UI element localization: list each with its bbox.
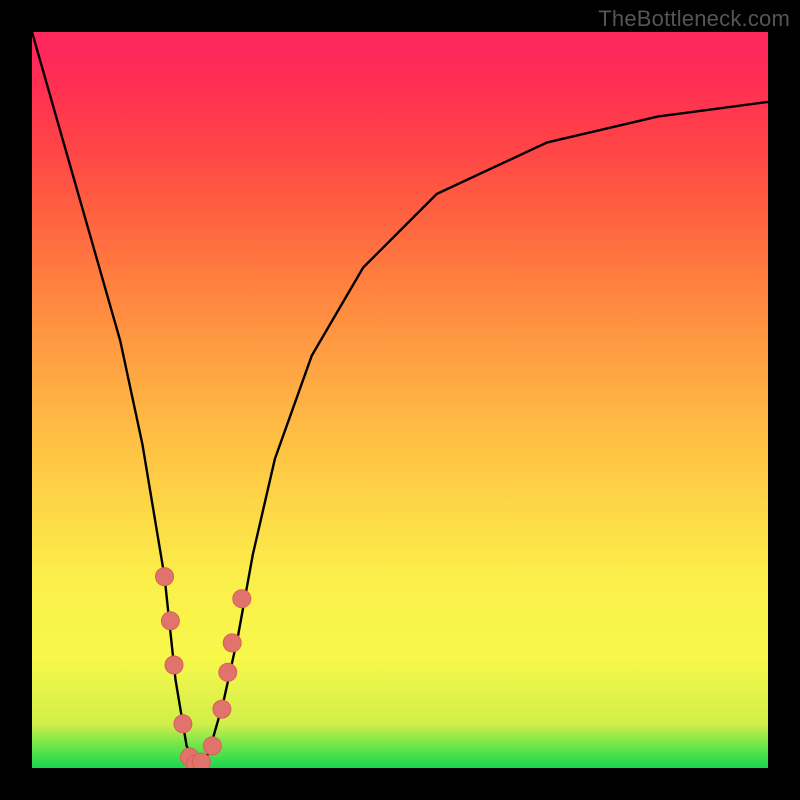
data-marker [156,568,174,586]
chart-container: TheBottleneck.com [0,0,800,800]
data-marker [174,715,192,733]
data-marker [161,612,179,630]
plot-area [32,32,768,768]
marker-group [156,568,251,768]
bottleneck-curve [32,32,768,768]
data-marker [165,656,183,674]
data-marker [213,700,231,718]
data-marker [219,663,237,681]
data-marker [203,737,221,755]
data-marker [223,634,241,652]
data-marker [192,753,210,768]
watermark-text: TheBottleneck.com [598,6,790,32]
data-marker [233,590,251,608]
curve-svg [32,32,768,768]
